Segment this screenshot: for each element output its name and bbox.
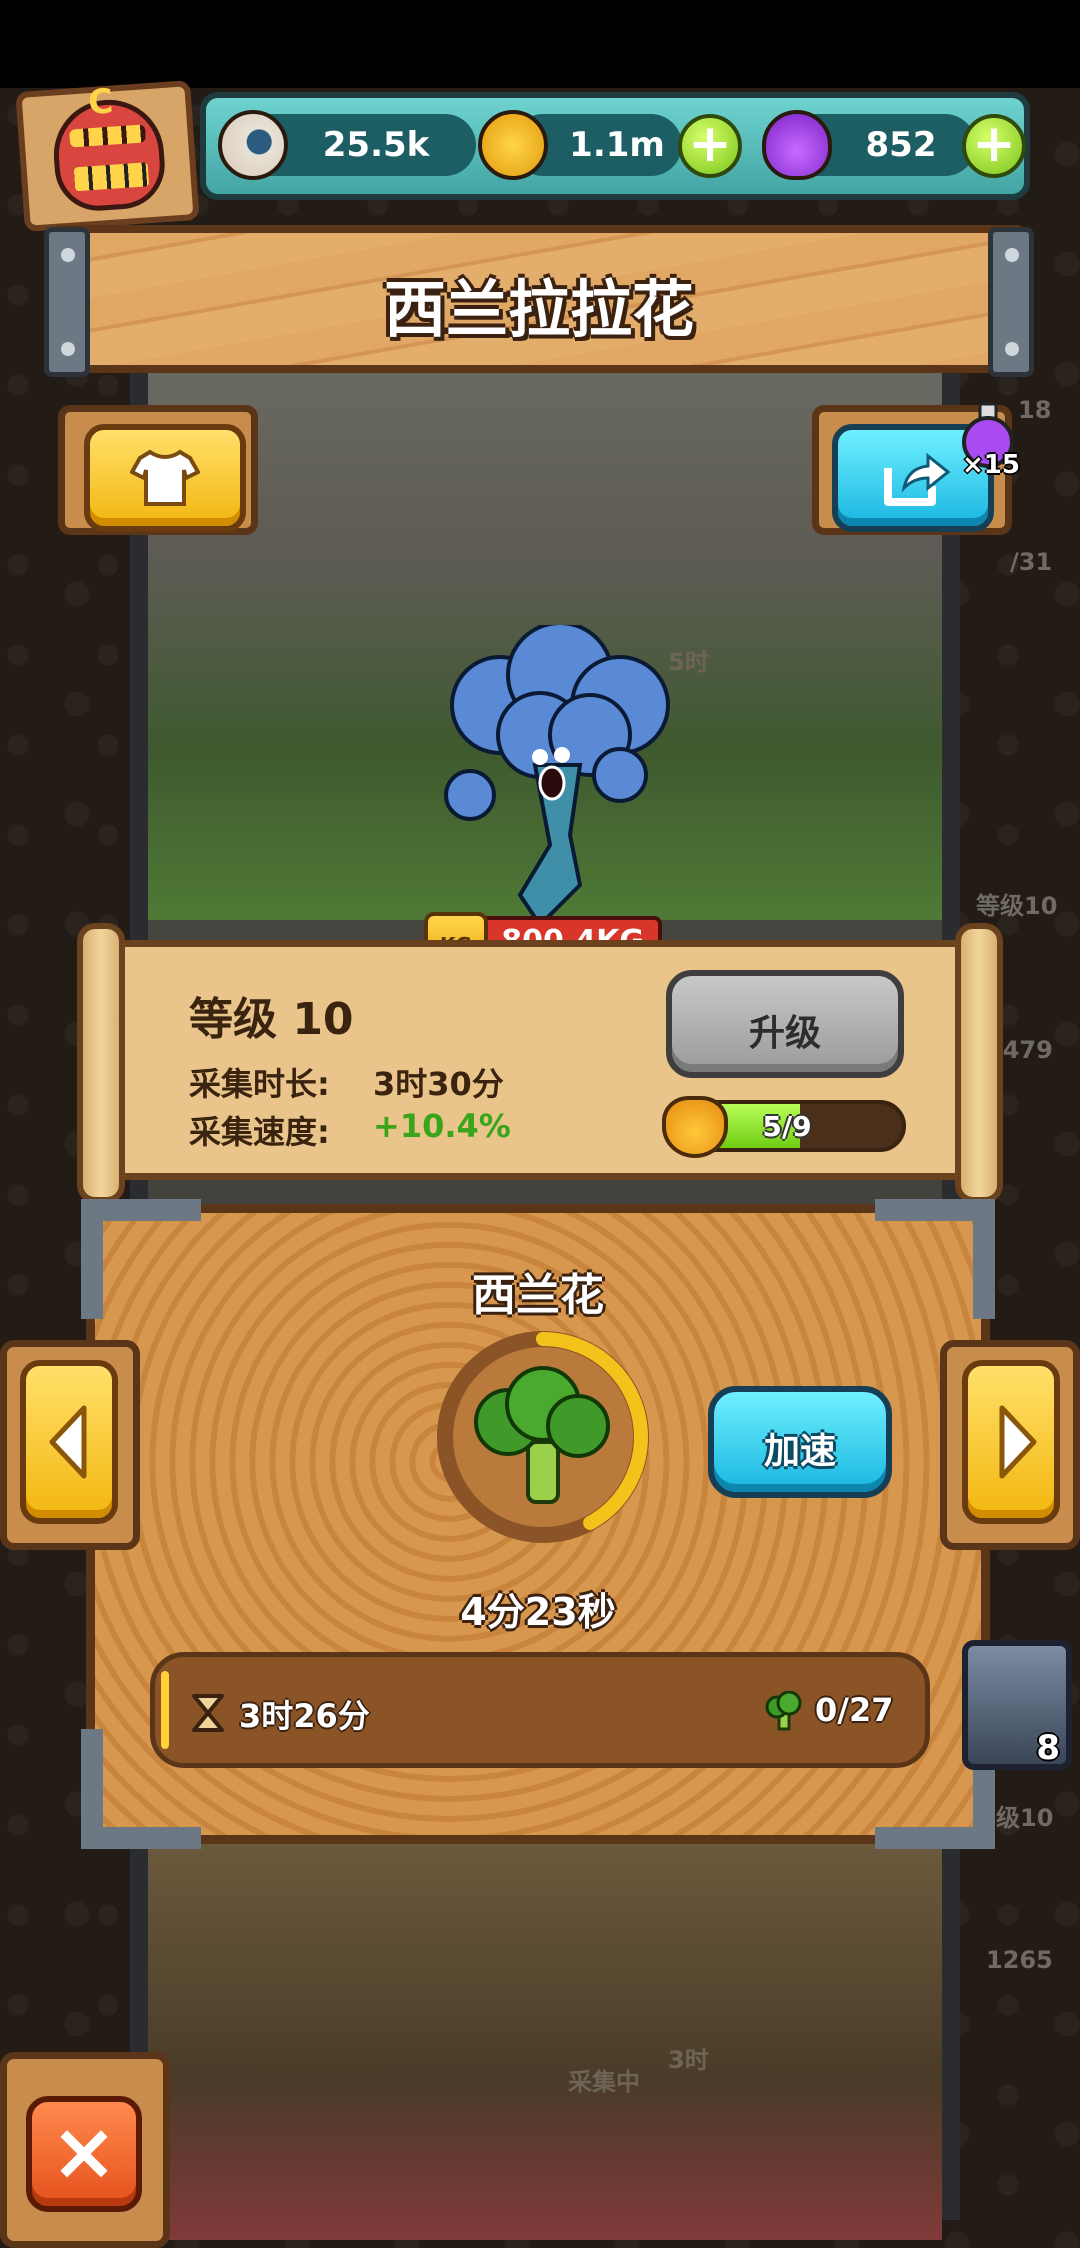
avatar-eyes xyxy=(69,124,147,148)
collect-speed-label: 采集速度: xyxy=(189,1113,330,1151)
close-icon: × xyxy=(50,2105,118,2198)
remaining-time: 3时26分 xyxy=(239,1697,370,1735)
harvest-timer: 4分23秒 xyxy=(460,1590,616,1634)
page-title: 西兰拉拉花 xyxy=(383,273,694,346)
harvest-info-bar: 3时26分 0/27 xyxy=(150,1652,930,1768)
coin-icon xyxy=(478,110,548,180)
status-bar xyxy=(0,0,1080,88)
next-button[interactable] xyxy=(962,1360,1060,1524)
crop-name: 西兰花 xyxy=(472,1270,604,1321)
chest-count: 8 xyxy=(1036,1728,1060,1768)
monster-level: 等级 10 xyxy=(189,994,354,1045)
side-level-1: 等级10 xyxy=(976,892,1058,920)
collect-duration-label: 采集时长: xyxy=(189,1065,330,1103)
bottom-room-scene xyxy=(148,1840,942,2240)
speedup-label: 加速 xyxy=(763,1431,836,1472)
harvest-progress-ring xyxy=(437,1331,649,1543)
title-sign: 西兰拉拉花 xyxy=(44,225,1034,377)
outfit-button[interactable] xyxy=(84,424,246,532)
broccoli-small-icon xyxy=(765,1691,802,1731)
collect-duration-value: 3时30分 xyxy=(373,1065,504,1103)
profile-badge[interactable]: C xyxy=(15,80,200,232)
monster-book-chest[interactable]: 8 xyxy=(962,1640,1072,1770)
arrow-left-icon xyxy=(49,1405,87,1479)
potion-count: 852 xyxy=(865,125,937,165)
add-coins-button[interactable]: + xyxy=(678,114,742,178)
potion-icon xyxy=(762,110,832,180)
speedup-button[interactable]: 加速 xyxy=(708,1386,892,1498)
close-button[interactable]: × xyxy=(26,2096,142,2212)
upgrade-label: 升级 xyxy=(748,1013,821,1054)
broccoli-monster xyxy=(444,625,670,925)
resource-bar: 25.5k 1.1m + 852 + xyxy=(200,92,1030,200)
scroll-end-left xyxy=(77,923,125,1203)
coin-count: 1.1m xyxy=(569,125,665,165)
share-icon xyxy=(884,452,951,506)
side-level-2: 级10 xyxy=(996,1804,1054,1832)
share-potion-count: ×15 xyxy=(962,450,1020,480)
shirt-icon xyxy=(130,449,200,506)
previous-button[interactable] xyxy=(20,1360,118,1524)
side-stat-top-2: /31 xyxy=(1010,548,1053,576)
bottom-room-status: 采集中 xyxy=(568,2068,640,2096)
harvest-count: 0/27 xyxy=(815,1691,894,1729)
collect-speed-value: +10.4% xyxy=(373,1107,511,1145)
side-value-2: 1265 xyxy=(986,1946,1053,1974)
upgrade-button[interactable]: 升级 xyxy=(666,970,904,1078)
eyeball-icon xyxy=(218,110,288,180)
add-potions-button[interactable]: + xyxy=(962,114,1026,178)
bottom-room-timer: 3时 xyxy=(668,2046,709,2074)
avatar-teeth xyxy=(73,162,150,192)
harvest-bar-accent xyxy=(161,1671,169,1749)
horn-helmet-icon xyxy=(662,1096,728,1158)
side-stat-top-1: 18 xyxy=(1018,396,1052,424)
scroll-end-right xyxy=(955,923,1003,1203)
eyeball-count: 25.5k xyxy=(322,125,430,165)
rank-letter: C xyxy=(86,81,115,124)
hourglass-icon xyxy=(192,1694,224,1732)
arrow-right-icon xyxy=(999,1405,1037,1479)
